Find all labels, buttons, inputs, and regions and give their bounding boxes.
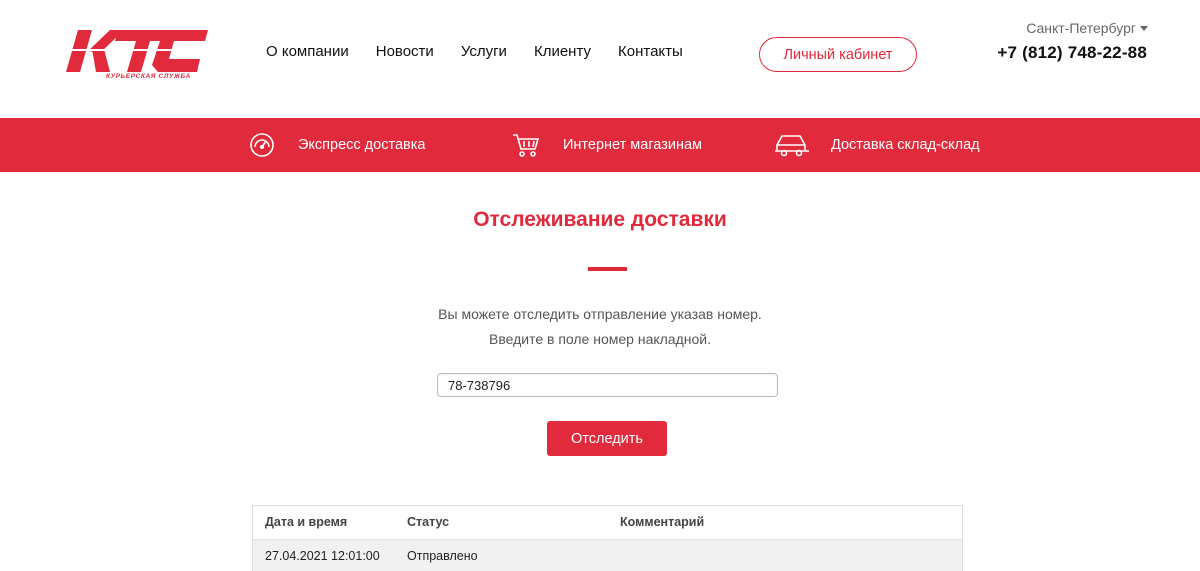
table-row: 27.04.2021 12:01:00 Отправлено: [253, 539, 962, 571]
nav-item-client[interactable]: Клиенту: [534, 43, 591, 61]
nav-item-news[interactable]: Новости: [376, 43, 434, 61]
band-item-label: Доставка склад-склад: [831, 137, 980, 153]
ktc-logo[interactable]: КУРЬЕРСКАЯ СЛУЖБА: [66, 27, 210, 85]
table-header: Дата и время Статус Комментарий: [253, 506, 962, 539]
column-header-datetime: Дата и время: [265, 515, 348, 529]
title-underline: [588, 267, 627, 271]
band-item-warehouse[interactable]: Доставка склад-склад: [775, 118, 980, 172]
ktc-logo-mark: [66, 30, 210, 72]
band-item-express[interactable]: Экспресс доставка: [249, 118, 425, 172]
city-label: Санкт-Петербург: [1026, 20, 1136, 36]
description-line-1: Вы можете отследить отправление указав н…: [438, 306, 762, 322]
site-header: КУРЬЕРСКАЯ СЛУЖБА О компании Новости Усл…: [0, 0, 1200, 118]
speedometer-icon: [249, 132, 275, 158]
nav-item-services[interactable]: Услуги: [461, 43, 507, 61]
cell-datetime: 27.04.2021 12:01:00: [265, 549, 380, 563]
band-item-label: Интернет магазинам: [563, 137, 702, 153]
nav-item-contacts[interactable]: Контакты: [618, 43, 683, 61]
column-header-status: Статус: [407, 515, 450, 529]
personal-cabinet-button[interactable]: Личный кабинет: [759, 37, 917, 72]
shopping-cart-icon: [512, 132, 540, 158]
services-band: Экспресс доставка Интернет магазинам Дос…: [0, 118, 1200, 172]
logo-subtitle: КУРЬЕРСКАЯ СЛУЖБА: [106, 73, 191, 80]
caret-down-icon: [1140, 25, 1148, 31]
main-nav: О компании Новости Услуги Клиенту Контак…: [266, 43, 710, 61]
city-selector[interactable]: Санкт-Петербург: [1026, 20, 1148, 36]
page-title: Отслеживание доставки: [473, 208, 727, 231]
truck-icon: [775, 132, 809, 158]
phone-number[interactable]: +7 (812) 748-22-88: [997, 43, 1147, 63]
cell-status: Отправлено: [407, 549, 478, 563]
track-button[interactable]: Отследить: [547, 421, 667, 456]
nav-item-about[interactable]: О компании: [266, 43, 349, 61]
tracking-table: Дата и время Статус Комментарий 27.04.20…: [252, 505, 963, 571]
tracking-number-input[interactable]: [437, 373, 778, 397]
column-header-comment: Комментарий: [620, 515, 705, 529]
band-item-shops[interactable]: Интернет магазинам: [512, 118, 702, 172]
band-item-label: Экспресс доставка: [298, 137, 426, 153]
description-line-2: Введите в поле номер накладной.: [488, 331, 711, 347]
